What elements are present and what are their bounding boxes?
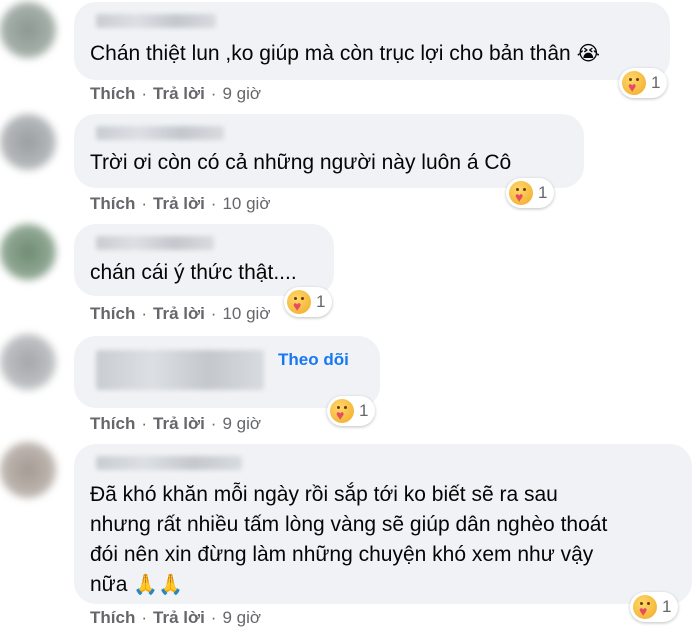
reaction-count: 1 [662,597,672,616]
reaction-count: 1 [538,183,548,202]
avatar[interactable] [0,334,56,390]
timestamp[interactable]: 9 giờ [222,84,261,103]
avatar[interactable] [0,224,56,280]
like-button[interactable]: Thích [90,194,135,213]
separator: · [141,608,148,627]
praying-hands-emoji: 🙏🙏 [133,574,184,596]
author-name-blurred[interactable] [96,14,216,28]
care-reaction-icon: ♥ [509,181,533,205]
care-reaction-icon: ♥ [622,71,646,95]
timestamp[interactable]: 9 giờ [222,414,261,433]
comment-actions: Thích · Trả lời · 9 giờ [90,84,261,104]
like-button[interactable]: Thích [90,84,135,103]
timestamp[interactable]: 10 giờ [222,304,270,323]
care-reaction-icon: ♥ [287,290,311,314]
reply-button[interactable]: Trả lời [153,84,205,103]
care-reaction-icon: ♥ [330,399,354,423]
separator: · [141,304,148,323]
reaction-badge[interactable]: ♥ 1 [630,592,679,622]
comment-actions: Thích · Trả lời · 10 giờ [90,194,270,214]
care-reaction-icon: ♥ [633,595,657,619]
separator: · [141,414,148,433]
comment-bubble: chán cái ý thức thật.... [74,224,334,296]
timestamp[interactable]: 10 giờ [222,194,270,213]
separator: · [210,84,217,103]
comment-bubble: Chán thiệt lun ,ko giúp mà còn trục lợi … [74,2,670,80]
reaction-count: 1 [651,73,661,92]
separator: · [141,194,148,213]
separator: · [210,608,217,627]
reply-button[interactable]: Trả lời [153,194,205,213]
avatar[interactable] [0,114,56,170]
author-name-blurred[interactable] [96,456,242,470]
author-name-blurred[interactable] [96,236,214,250]
comment-bubble: Đã khó khăn mỗi ngày rồi sắp tới ko biết… [74,444,692,604]
separator: · [210,194,217,213]
comment-text: Chán thiệt lun ,ko giúp mà còn trục lợi … [90,42,600,65]
like-button[interactable]: Thích [90,608,135,627]
reaction-count: 1 [316,292,326,311]
separator: · [210,304,217,323]
crying-emoji: 😭 [576,43,600,65]
timestamp[interactable]: 9 giờ [222,608,261,627]
author-name-blurred[interactable] [96,126,224,140]
comment-text: Trời ơi còn có cả những người này luôn á… [90,151,512,174]
avatar[interactable] [0,442,56,498]
comment-bubble: Trời ơi còn có cả những người này luôn á… [74,114,584,188]
author-name-blurred[interactable] [96,350,264,390]
comment-actions: Thích · Trả lời · 10 giờ [90,304,270,324]
reply-button[interactable]: Trả lời [153,608,205,627]
reaction-badge[interactable]: ♥ 1 [327,396,376,426]
like-button[interactable]: Thích [90,414,135,433]
reaction-badge[interactable]: ♥ 1 [619,68,668,98]
avatar[interactable] [0,2,56,58]
comment-text: chán cái ý thức thật.... [90,261,297,284]
follow-button[interactable]: Theo dõi [278,350,349,370]
comment-actions: Thích · Trả lời · 9 giờ [90,608,261,628]
reaction-count: 1 [359,401,369,420]
reply-button[interactable]: Trả lời [153,414,205,433]
comment-actions: Thích · Trả lời · 9 giờ [90,414,261,434]
comment-text: Đã khó khăn mỗi ngày rồi sắp tới ko biết… [90,483,608,596]
separator: · [141,84,148,103]
like-button[interactable]: Thích [90,304,135,323]
reaction-badge[interactable]: ♥ 1 [284,287,333,317]
reaction-badge[interactable]: ♥ 1 [506,178,555,208]
separator: · [210,414,217,433]
reply-button[interactable]: Trả lời [153,304,205,323]
